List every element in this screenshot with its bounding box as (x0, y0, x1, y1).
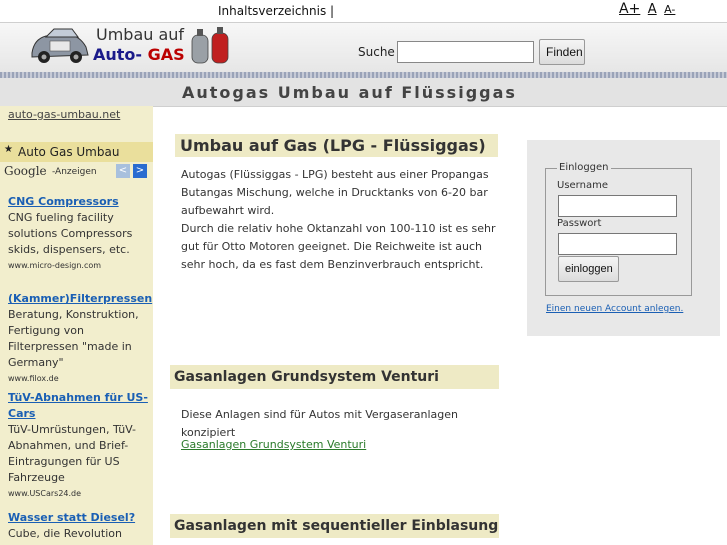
ad-url[interactable]: www.filox.de (8, 371, 148, 387)
site-link[interactable]: auto-gas-umbau.net (8, 108, 120, 121)
ad-url[interactable]: www.USCars24.de (8, 486, 148, 498)
page-title: Autogas Umbau auf Flüssiggas (182, 83, 517, 102)
venturi-link[interactable]: Gasanlagen Grundsystem Venturi (181, 436, 366, 454)
search-button[interactable]: Finden (539, 39, 585, 65)
username-label: Username (557, 180, 608, 191)
logo-text-line2: Auto- GAS (93, 45, 185, 64)
ad-item: CNG Compressors CNG fueling facility sol… (8, 194, 148, 274)
car-logo-icon (31, 28, 89, 63)
ad-text: Cube, die Revolution (8, 527, 122, 540)
ad-url[interactable]: www.micro-design.com (8, 258, 148, 274)
logo-text-line1: Umbau auf (96, 25, 185, 44)
section-heading-umbau: Umbau auf Gas (LPG - Flüssiggas) (175, 134, 498, 157)
ad-item: (Kammer)Filterpressen Beratung, Konstruk… (8, 291, 152, 387)
ad-title-link[interactable]: Wasser statt Diesel? (8, 510, 148, 526)
font-size-small-button[interactable]: A- (664, 3, 675, 16)
new-account-link[interactable]: Einen neuen Account anlegen. (546, 304, 683, 314)
ads-next-icon[interactable]: > (133, 164, 147, 178)
title-bar: Autogas Umbau auf Flüssiggas (0, 78, 727, 107)
sidebar-item-auto-gas-umbau[interactable]: ★ Auto Gas Umbau (0, 142, 153, 162)
login-legend: Einloggen (557, 162, 611, 173)
search-input[interactable] (397, 41, 534, 63)
google-ads-label: -Anzeigen (52, 167, 97, 177)
sidebar-item-label: Auto Gas Umbau (18, 145, 120, 159)
font-size-large-button[interactable]: A+ (619, 1, 640, 17)
gas-tanks-icon (191, 27, 229, 64)
login-button[interactable]: einloggen (558, 256, 619, 282)
password-label: Passwort (557, 218, 602, 229)
username-input[interactable] (558, 195, 677, 217)
toc-link[interactable]: Inhaltsverzeichnis | (218, 4, 334, 18)
ad-text: CNG fueling facility solutions Compresso… (8, 211, 133, 256)
ad-item: Wasser statt Diesel? Cube, die Revolutio… (8, 510, 148, 542)
search-label: Suche (358, 45, 395, 59)
ad-text: Beratung, Konstruktion, Fertigung von Fi… (8, 308, 139, 369)
ad-title-link[interactable]: TüV-Abnahmen für US-Cars (8, 390, 148, 422)
star-icon: ★ (4, 144, 13, 155)
paragraph: Autogas (Flüssiggas - LPG) besteht aus e… (181, 168, 489, 217)
ad-title-link[interactable]: (Kammer)Filterpressen (8, 291, 152, 307)
logo-auto-text: Auto- (93, 45, 143, 64)
top-bar: Inhaltsverzeichnis | A+ A A- (0, 0, 727, 22)
ads-prev-icon[interactable]: < (116, 164, 130, 178)
font-size-medium-button[interactable]: A (648, 2, 657, 17)
ad-title-link[interactable]: CNG Compressors (8, 194, 148, 210)
ad-item: TüV-Abnahmen für US-Cars TüV-Umrüstungen… (8, 390, 148, 498)
section-heading-sequentiell: Gasanlagen mit sequentieller Einblasung (170, 514, 499, 538)
sidebar: auto-gas-umbau.net ★ Auto Gas Umbau Goog… (0, 106, 153, 545)
google-logo: Google (4, 164, 47, 178)
header: Umbau auf Auto- GAS Suche Finden (0, 22, 727, 73)
paragraph: Durch die relativ hohe Oktanzahl von 100… (181, 222, 496, 271)
logo-gas-text: GAS (147, 45, 185, 64)
google-ads-bar: Google -Anzeigen < > (0, 164, 153, 180)
font-size-controls: A+ A A- (619, 1, 678, 17)
section-heading-venturi: Gasanlagen Grundsystem Venturi (170, 365, 499, 389)
section-text-umbau: Autogas (Flüssiggas - LPG) besteht aus e… (181, 166, 503, 274)
ad-text: TüV-Umrüstungen, TüV-Abnahmen, und Brief… (8, 423, 137, 484)
top-bar-spacer (0, 0, 152, 22)
password-input[interactable] (558, 233, 677, 255)
